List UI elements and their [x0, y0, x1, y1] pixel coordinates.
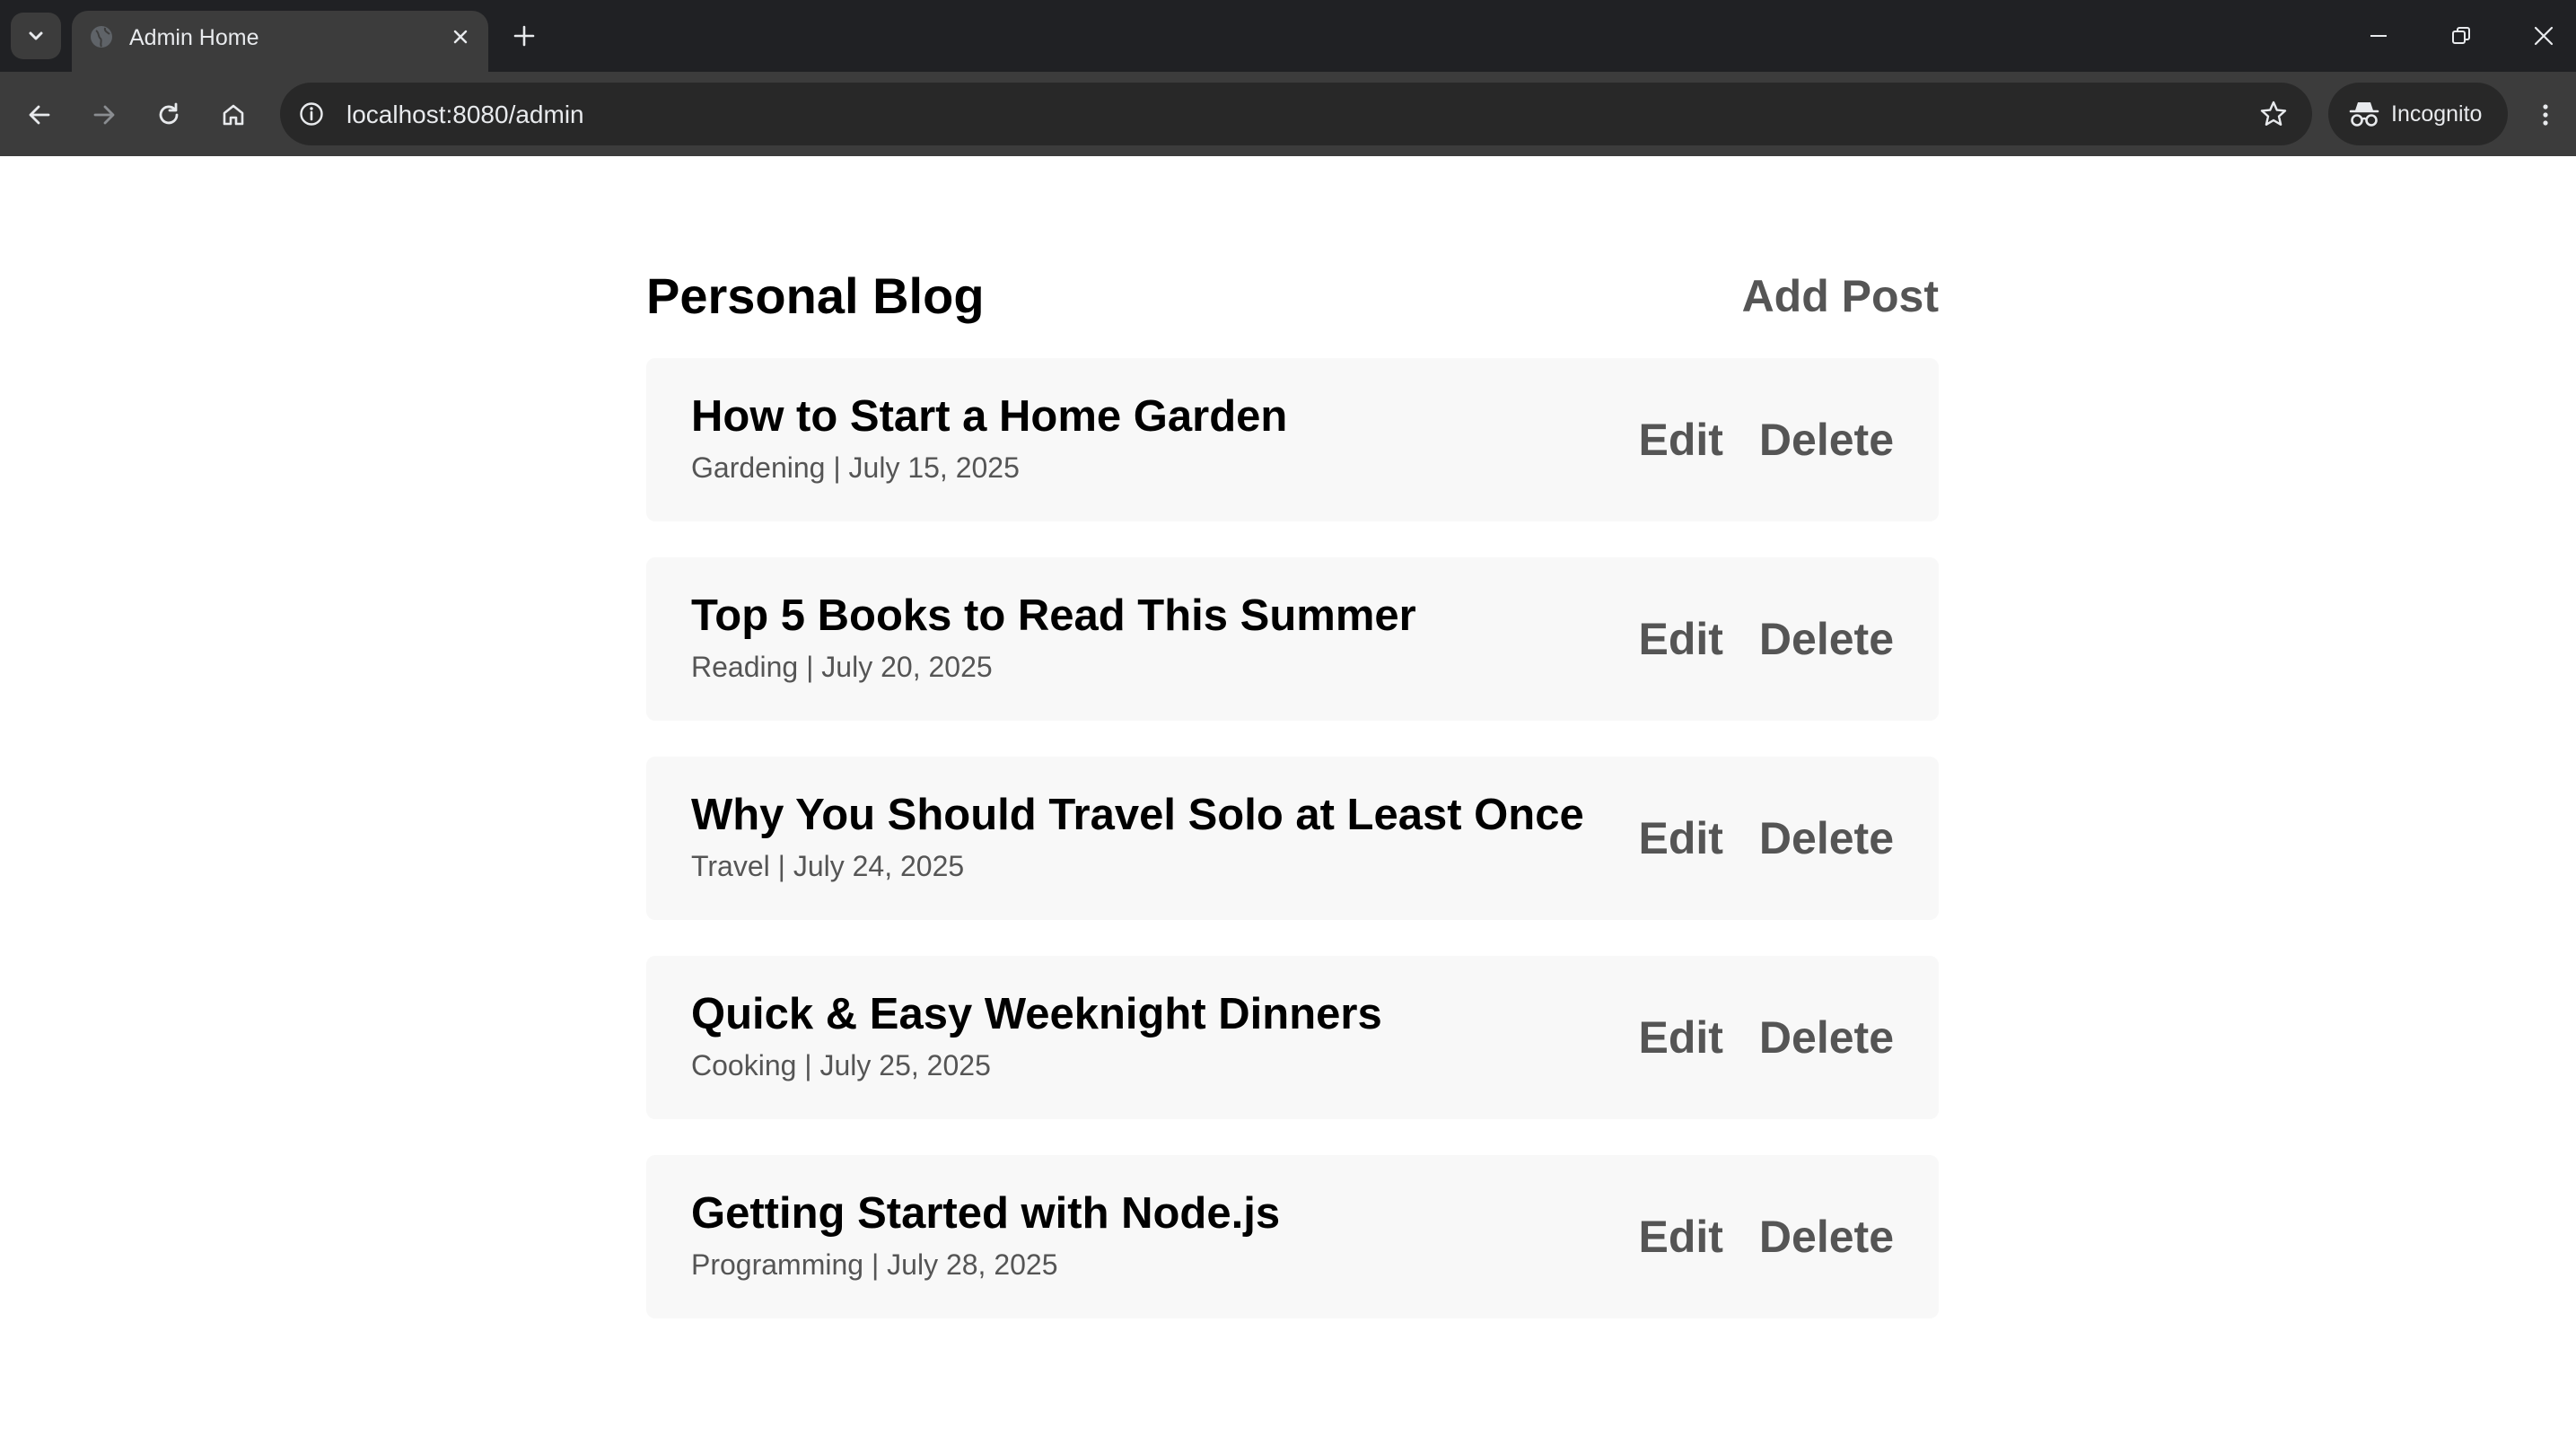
post-actions: Edit Delete — [1638, 410, 1894, 469]
reload-button[interactable] — [147, 93, 190, 136]
chevron-down-icon — [29, 31, 43, 40]
globe-icon — [91, 26, 112, 48]
post-card: Getting Started with Node.js Programming… — [646, 1155, 1939, 1318]
arrow-left-icon — [29, 105, 50, 125]
post-meta: Reading | July 20, 2025 — [691, 651, 993, 683]
add-post-link[interactable]: Add Post — [1742, 269, 1939, 323]
home-button[interactable] — [212, 93, 255, 136]
tab-close-button[interactable] — [445, 22, 476, 52]
browser-menu-button[interactable] — [2524, 93, 2567, 136]
post-title: Why You Should Travel Solo at Least Once — [691, 791, 1584, 839]
edit-post-link[interactable]: Edit — [1638, 1011, 1722, 1064]
edit-post-link[interactable]: Edit — [1638, 413, 1722, 467]
restore-icon — [2452, 27, 2470, 44]
post-list: How to Start a Home Garden Gardening | J… — [646, 358, 1939, 1354]
post-actions: Edit Delete — [1638, 809, 1894, 868]
back-button[interactable] — [18, 93, 61, 136]
post-card: How to Start a Home Garden Gardening | J… — [646, 358, 1939, 521]
new-tab-button[interactable] — [504, 16, 544, 56]
post-meta: Gardening | July 15, 2025 — [691, 451, 1020, 484]
restore-button[interactable] — [2434, 13, 2488, 59]
post-actions: Edit Delete — [1638, 1207, 1894, 1266]
arrow-right-icon — [93, 105, 115, 125]
star-icon — [2260, 101, 2287, 126]
delete-post-link[interactable]: Delete — [1759, 811, 1894, 865]
incognito-label: Incognito — [2391, 101, 2483, 127]
bookmark-button[interactable] — [2255, 95, 2292, 133]
post-title: Getting Started with Node.js — [691, 1189, 1281, 1238]
close-icon — [453, 30, 468, 44]
minimize-button[interactable] — [2352, 13, 2405, 59]
page-header: Personal Blog Add Post — [646, 258, 1939, 330]
post-card: Why You Should Travel Solo at Least Once… — [646, 757, 1939, 920]
site-info-button[interactable] — [294, 97, 329, 131]
window-close-icon — [2534, 26, 2554, 46]
delete-post-link[interactable]: Delete — [1759, 1011, 1894, 1064]
url-text[interactable]: localhost:8080/admin — [346, 100, 584, 130]
post-meta: Travel | July 24, 2025 — [691, 850, 965, 882]
window-close-button[interactable] — [2517, 13, 2571, 59]
plus-icon — [513, 25, 535, 47]
incognito-indicator[interactable]: Incognito — [2328, 83, 2508, 145]
post-card: Top 5 Books to Read This Summer Reading … — [646, 557, 1939, 721]
edit-post-link[interactable]: Edit — [1638, 811, 1722, 865]
post-meta: Cooking | July 25, 2025 — [691, 1049, 991, 1081]
forward-button[interactable] — [83, 93, 126, 136]
browser-tab[interactable]: Admin Home — [72, 11, 488, 72]
post-meta: Programming | July 28, 2025 — [691, 1248, 1058, 1281]
post-title: Quick & Easy Weeknight Dinners — [691, 990, 1382, 1038]
post-actions: Edit Delete — [1638, 609, 1894, 669]
page-viewport: Personal Blog Add Post How to Start a Ho… — [0, 156, 2576, 1436]
delete-post-link[interactable]: Delete — [1759, 612, 1894, 666]
tab-title: Admin Home — [129, 25, 259, 50]
reload-icon — [159, 102, 179, 125]
tab-strip: Admin Home — [0, 0, 2576, 72]
address-bar[interactable]: localhost:8080/admin — [280, 83, 2312, 145]
incognito-icon — [2349, 102, 2379, 127]
tab-search-button[interactable] — [11, 13, 61, 59]
kebab-menu-icon — [2543, 104, 2548, 126]
info-icon — [300, 102, 323, 126]
home-icon — [223, 104, 244, 126]
page-title: Personal Blog — [646, 267, 985, 324]
delete-post-link[interactable]: Delete — [1759, 413, 1894, 467]
browser-toolbar: localhost:8080/admin Incognito — [0, 72, 2576, 156]
post-title: How to Start a Home Garden — [691, 392, 1288, 441]
minimize-icon — [2370, 35, 2387, 37]
edit-post-link[interactable]: Edit — [1638, 1210, 1722, 1264]
post-actions: Edit Delete — [1638, 1008, 1894, 1067]
post-card: Quick & Easy Weeknight Dinners Cooking |… — [646, 956, 1939, 1119]
post-title: Top 5 Books to Read This Summer — [691, 591, 1416, 640]
edit-post-link[interactable]: Edit — [1638, 612, 1722, 666]
delete-post-link[interactable]: Delete — [1759, 1210, 1894, 1264]
